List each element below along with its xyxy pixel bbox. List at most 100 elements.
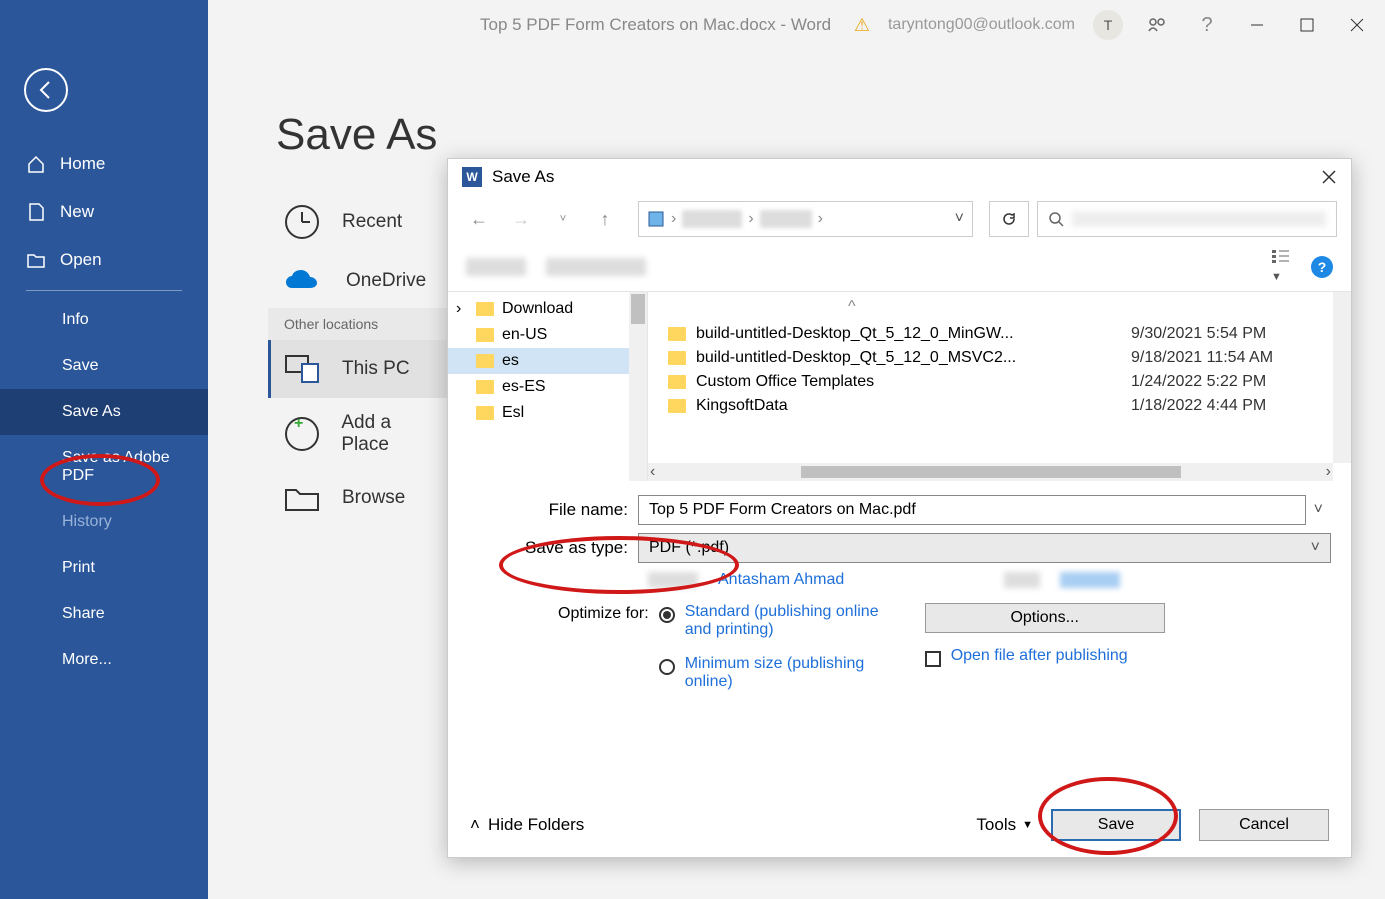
radio-minimum[interactable]: Minimum size (publishing online): [659, 655, 885, 691]
nav-share[interactable]: Share: [0, 591, 208, 637]
nav-dropdown-button[interactable]: ˅: [546, 202, 580, 236]
author-name[interactable]: Ahtasham Ahmad: [718, 571, 844, 589]
tree-item[interactable]: es: [448, 348, 647, 374]
location-recent[interactable]: Recent: [268, 190, 458, 254]
chevron-right-icon: ›: [671, 210, 676, 228]
nav-label: Share: [62, 605, 105, 623]
nav-more[interactable]: More...: [0, 637, 208, 683]
organize-button[interactable]: [466, 258, 526, 276]
folder-icon: [668, 399, 686, 413]
open-after-checkbox[interactable]: Open file after publishing: [925, 647, 1165, 667]
nav-label: History: [62, 513, 112, 531]
folder-tree[interactable]: ›Download en-US es es-ES Esl: [448, 292, 648, 481]
nav-label: Save: [62, 357, 98, 375]
back-button[interactable]: [24, 68, 68, 112]
close-button[interactable]: [1341, 9, 1373, 41]
filename-input[interactable]: [638, 495, 1306, 525]
nav-new[interactable]: New: [0, 188, 208, 236]
maximize-button[interactable]: [1291, 9, 1323, 41]
tree-item[interactable]: en-US: [448, 322, 647, 348]
file-row[interactable]: build-untitled-Desktop_Qt_5_12_0_MSVC2..…: [648, 346, 1351, 370]
nav-save-as[interactable]: Save As: [0, 389, 208, 435]
home-icon: [26, 154, 46, 174]
tree-item[interactable]: Esl: [448, 400, 647, 426]
nav-label: Save as Adobe PDF: [62, 449, 182, 485]
optimize-label: Optimize for:: [558, 603, 649, 691]
nav-label: Info: [62, 311, 89, 329]
tree-item[interactable]: es-ES: [448, 374, 647, 400]
coming-soon-icon[interactable]: [1141, 9, 1173, 41]
clock-icon: [284, 204, 320, 240]
search-box[interactable]: [1037, 201, 1337, 237]
save-form: File name: ˅ Save as type: PDF (*.pdf) ˅…: [448, 481, 1351, 701]
location-onedrive[interactable]: OneDrive: [268, 254, 468, 308]
location-browse[interactable]: Browse: [268, 470, 458, 526]
tree-item[interactable]: ›Download: [448, 296, 647, 322]
hide-folders-button[interactable]: ˄ Hide Folders: [470, 815, 584, 835]
radio-standard[interactable]: Standard (publishing online and printing…: [659, 603, 885, 639]
nav-label: Print: [62, 559, 95, 577]
view-button[interactable]: ▼: [1271, 249, 1297, 285]
folder-icon: [668, 327, 686, 341]
chevron-right-icon: ›: [748, 210, 753, 228]
chevron-down-icon[interactable]: ˅: [955, 210, 964, 228]
address-bar[interactable]: › xxxx › xxx › ˅: [638, 201, 973, 237]
warning-icon: ⚠: [854, 15, 870, 36]
location-label: Add a Place: [341, 412, 442, 456]
checkbox-icon: [925, 651, 941, 667]
vertical-scrollbar[interactable]: [1333, 292, 1351, 463]
document-icon: [26, 202, 46, 222]
horizontal-scrollbar[interactable]: ‹›: [648, 463, 1333, 481]
path-segment[interactable]: xxx: [760, 210, 812, 228]
nav-back-button[interactable]: ←: [462, 202, 496, 236]
minimize-button[interactable]: [1241, 9, 1273, 41]
help-icon[interactable]: ?: [1191, 9, 1223, 41]
search-icon: [1048, 211, 1064, 227]
refresh-button[interactable]: [989, 201, 1029, 237]
radio-icon: [659, 607, 675, 623]
location-icon: [647, 210, 665, 228]
file-list-header[interactable]: ^: [648, 292, 1351, 322]
help-button[interactable]: ?: [1311, 256, 1333, 278]
path-segment[interactable]: xxxx: [682, 210, 742, 228]
location-label: This PC: [342, 358, 410, 380]
dialog-view-toolbar: ▼ ?: [448, 243, 1351, 291]
type-select[interactable]: PDF (*.pdf) ˅: [638, 533, 1331, 563]
file-explorer: ›Download en-US es es-ES Esl ^ build-unt…: [448, 291, 1351, 481]
add-place-icon: +: [284, 416, 319, 452]
nav-label: More...: [62, 651, 112, 669]
nav-label: Save As: [62, 403, 121, 421]
chevron-down-icon[interactable]: ˅: [1306, 501, 1331, 519]
avatar[interactable]: T: [1093, 10, 1123, 40]
nav-save-adobe[interactable]: Save as Adobe PDF: [0, 435, 208, 499]
location-add-place[interactable]: + Add a Place: [268, 398, 458, 470]
chevron-right-icon[interactable]: ›: [456, 300, 461, 318]
backstage-nav: Home New Open Info Save Save As Save as …: [0, 0, 208, 899]
radio-icon: [659, 659, 675, 675]
nav-save[interactable]: Save: [0, 343, 208, 389]
nav-forward-button: →: [504, 202, 538, 236]
nav-up-button[interactable]: ↑: [588, 202, 622, 236]
chevron-down-icon: ▼: [1022, 819, 1033, 831]
search-placeholder: [1072, 211, 1326, 227]
nav-open[interactable]: Open: [0, 236, 208, 284]
nav-home[interactable]: Home: [0, 140, 208, 188]
dialog-close-button[interactable]: [1321, 169, 1337, 185]
file-row[interactable]: Custom Office Templates1/24/2022 5:22 PM: [648, 370, 1351, 394]
chevron-right-icon: ›: [818, 210, 823, 228]
new-folder-button[interactable]: [546, 258, 646, 276]
tree-scrollbar[interactable]: [629, 292, 647, 481]
nav-print[interactable]: Print: [0, 545, 208, 591]
dialog-nav-toolbar: ← → ˅ ↑ › xxxx › xxx › ˅: [448, 195, 1351, 243]
nav-info[interactable]: Info: [0, 297, 208, 343]
location-this-pc[interactable]: This PC: [268, 340, 458, 398]
options-button[interactable]: Options...: [925, 603, 1165, 633]
arrow-left-icon: [35, 79, 57, 101]
file-row[interactable]: KingsoftData1/18/2022 4:44 PM: [648, 394, 1351, 418]
tags-value[interactable]: [1060, 572, 1120, 588]
file-row[interactable]: build-untitled-Desktop_Qt_5_12_0_MinGW..…: [648, 322, 1351, 346]
cancel-button[interactable]: Cancel: [1199, 809, 1329, 841]
filename-label: File name:: [468, 500, 638, 520]
tools-dropdown[interactable]: Tools ▼: [976, 815, 1033, 835]
save-button[interactable]: Save: [1051, 809, 1181, 841]
